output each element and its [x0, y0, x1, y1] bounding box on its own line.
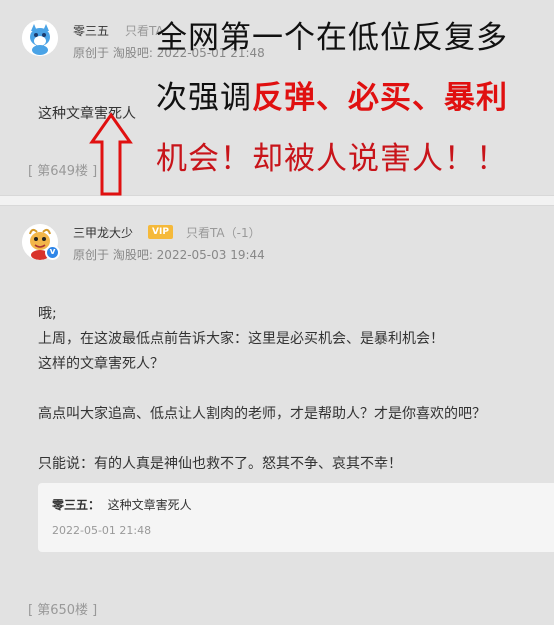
only-ta-link[interactable]: 只看TA（-1） — [186, 224, 261, 241]
post-divider — [0, 195, 554, 206]
floor-number: [ 第650楼 ] — [28, 603, 98, 618]
post-body-line: 上周，在这波最低点前告诉大家：这里是必买机会、是暴利机会！ — [38, 331, 444, 347]
quote-time: 2022-05-01 21:48 — [52, 524, 152, 537]
blue-cat-avatar-icon — [22, 20, 58, 56]
username[interactable]: 三甲龙大少 — [73, 224, 133, 241]
overlay-caption-line1: 全网第一个在低位反复多 — [156, 20, 508, 56]
vip-badge: VIP — [148, 225, 173, 239]
overlay-caption-prefix: 次强调 — [156, 80, 252, 116]
verified-badge-icon: v — [45, 245, 60, 260]
post-meta: 原创于 淘股吧: 2022-05-03 19:44 — [73, 248, 265, 262]
quote-content: 这种文章害死人 — [107, 498, 192, 512]
username[interactable]: 零三五 — [73, 22, 109, 39]
quote-author: 零三五： — [52, 498, 101, 512]
quote-text: 零三五： 这种文章害死人 — [52, 496, 192, 513]
overlay-caption-highlight: 反弹、必买、暴利 — [252, 80, 508, 116]
post-body-line: 这样的文章害死人？ — [38, 356, 164, 372]
red-up-arrow-icon — [89, 112, 133, 196]
overlay-caption-line3: 机会！却被人说害人！！ — [156, 141, 508, 177]
avatar[interactable] — [22, 20, 58, 56]
post-body-line: 只能说：有的人真是神仙也救不了。怒其不争、哀其不幸！ — [38, 456, 402, 472]
post-body-line: 哦; — [38, 306, 57, 322]
quoted-reply[interactable]: 零三五： 这种文章害死人 2022-05-01 21:48 — [38, 483, 554, 552]
post-body-line: 高点叫大家追高、低点让人割肉的老师，才是帮助人？才是你喜欢的吧？ — [38, 406, 486, 422]
floor-number: [ 第649楼 ] — [28, 164, 98, 179]
overlay-caption-line2: 次强调反弹、必买、暴利 — [156, 72, 508, 117]
